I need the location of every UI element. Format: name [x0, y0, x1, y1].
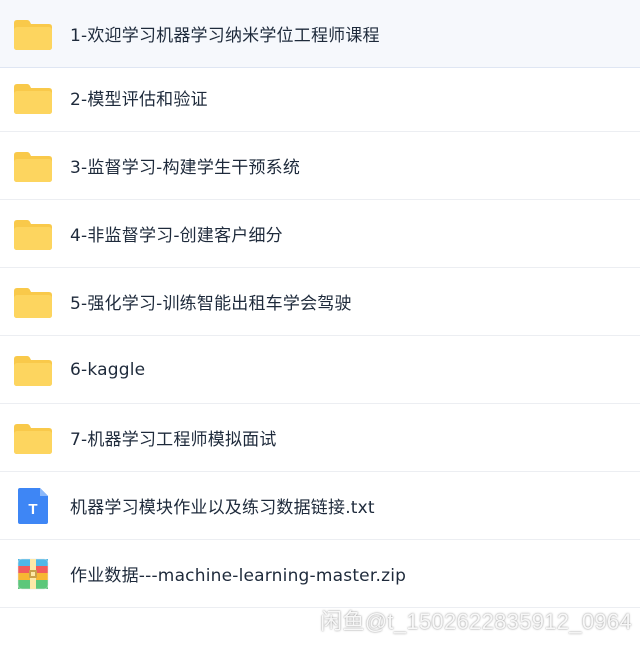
text-file-icon: T: [12, 487, 54, 524]
list-item[interactable]: 5-强化学习-训练智能出租车学会驾驶: [0, 268, 640, 336]
list-item[interactable]: 1-欢迎学习机器学习纳米学位工程师课程: [0, 0, 640, 68]
item-label: 机器学习模块作业以及练习数据链接.txt: [70, 498, 375, 518]
list-item[interactable]: 6-kaggle: [0, 336, 640, 404]
folder-icon: [12, 352, 54, 388]
file-list: 1-欢迎学习机器学习纳米学位工程师课程 2-模型评估和验证 3-监督学习-构建学…: [0, 0, 640, 612]
item-label: 作业数据---machine-learning-master.zip: [70, 566, 407, 586]
list-item[interactable]: 4-非监督学习-创建客户细分: [0, 200, 640, 268]
list-item[interactable]: 作业数据---machine-learning-master.zip: [0, 540, 640, 608]
item-label: 7-机器学习工程师模拟面试: [70, 430, 277, 450]
item-label: 4-非监督学习-创建客户细分: [70, 226, 283, 246]
folder-icon: [12, 216, 54, 252]
list-item[interactable]: 3-监督学习-构建学生干预系统: [0, 132, 640, 200]
item-label: 6-kaggle: [70, 359, 146, 380]
folder-icon: [12, 284, 54, 320]
folder-icon: [12, 148, 54, 184]
folder-icon: [12, 420, 54, 456]
item-label: 2-模型评估和验证: [70, 90, 208, 110]
svg-text:T: T: [28, 501, 37, 518]
watermark: 闲鱼@t_1502622835912_0964: [320, 609, 632, 634]
folder-icon: [12, 16, 54, 52]
item-label: 3-监督学习-构建学生干预系统: [70, 158, 301, 178]
list-item[interactable]: 2-模型评估和验证: [0, 64, 640, 132]
zip-file-icon: [12, 556, 54, 592]
list-item[interactable]: 7-机器学习工程师模拟面试: [0, 404, 640, 472]
list-item[interactable]: T 机器学习模块作业以及练习数据链接.txt: [0, 472, 640, 540]
item-label: 5-强化学习-训练智能出租车学会驾驶: [70, 294, 352, 314]
item-label: 1-欢迎学习机器学习纳米学位工程师课程: [70, 26, 380, 46]
folder-icon: [12, 80, 54, 116]
